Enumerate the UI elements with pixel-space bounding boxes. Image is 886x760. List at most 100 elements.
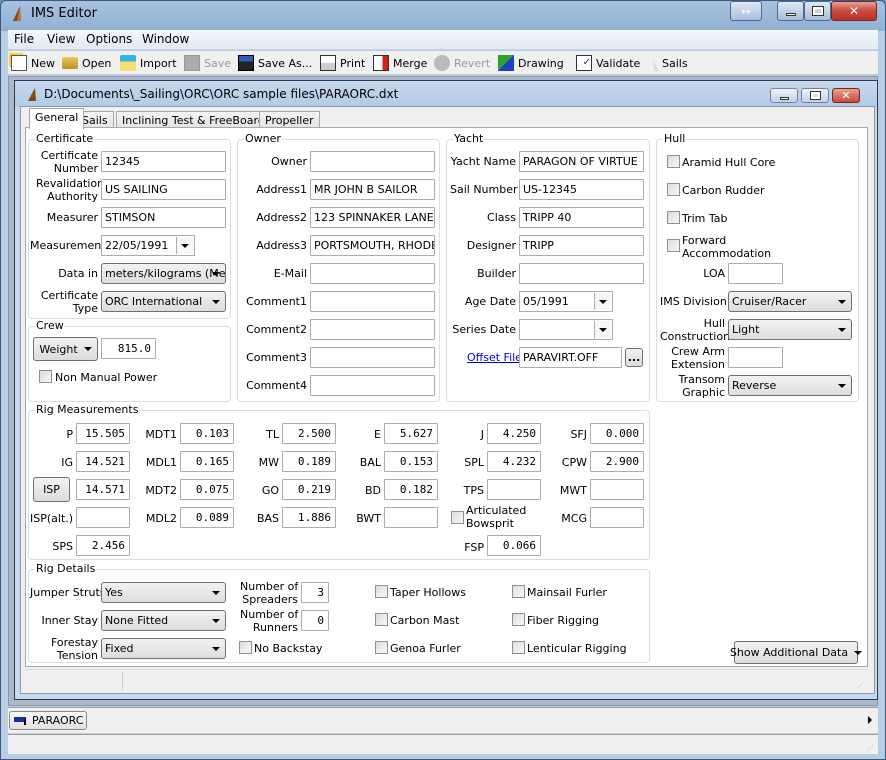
no-backstay-checkbox[interactable] [239,641,252,654]
owner-field[interactable] [310,151,435,172]
open-button[interactable]: Open [62,54,111,72]
bal-field[interactable]: 0.153 [384,451,438,472]
new-button[interactable]: New [11,54,55,72]
doc-minimize-button[interactable] [770,88,798,103]
menu-options[interactable]: Options [86,32,132,46]
offset-file-link[interactable]: Offset File [467,351,522,364]
runners-field[interactable]: 0 [301,610,329,631]
bas-field[interactable]: 1.886 [282,507,336,528]
isp-alt-field[interactable] [76,507,130,528]
tps-field[interactable] [487,479,541,500]
forestay-tension-select[interactable]: Fixed [101,638,226,659]
spl-field[interactable]: 4.232 [487,451,541,472]
address1-field[interactable]: MR JOHN B SAILOR [310,179,435,200]
minimize-button[interactable] [777,1,804,21]
mdt1-field[interactable]: 0.103 [180,423,234,444]
show-additional-data-button[interactable]: Show Additional Data [730,641,863,664]
spreaders-field[interactable]: 3 [301,582,329,603]
j-field[interactable]: 4.250 [487,423,541,444]
transom-graphic-select[interactable]: Reverse [728,375,852,396]
crew-arm-field[interactable] [728,347,783,368]
tab-general[interactable]: General [29,108,85,129]
articulated-bowsprit-checkbox[interactable] [451,511,464,524]
crew-weight-field[interactable]: 815.0 [101,338,156,359]
non-manual-power-checkbox[interactable] [39,370,52,383]
taper-hollows-checkbox[interactable] [375,585,388,598]
tl-field[interactable]: 2.500 [282,423,336,444]
weight-dropdown-button[interactable]: Weight [33,337,98,361]
ims-division-select[interactable]: Cruiser/Racer [728,291,852,312]
carbon-mast-checkbox[interactable] [375,613,388,626]
e-field[interactable]: 5.627 [384,423,438,444]
aramid-hull-core-checkbox[interactable] [667,155,680,168]
designer-field[interactable]: TRIPP [519,235,644,256]
lenticular-rigging-checkbox[interactable] [512,641,525,654]
yacht-name-field[interactable]: PARAGON OF VIRTUE [519,151,644,172]
print-button[interactable]: Print [320,54,365,72]
comment2-field[interactable] [310,319,435,340]
go-field[interactable]: 0.219 [282,479,336,500]
mainsail-furler-checkbox[interactable] [512,585,525,598]
menu-window[interactable]: Window [142,32,189,46]
cpw-field[interactable]: 2.900 [590,451,644,472]
validate-button[interactable]: ✓ Validate [576,54,640,72]
sails-button[interactable]: Sails [650,54,688,72]
chevron-down-icon[interactable] [176,237,193,254]
builder-field[interactable] [519,263,644,284]
menu-view[interactable]: View [47,32,75,46]
isp-field[interactable]: 14.571 [76,479,130,500]
merge-button[interactable]: Merge [373,54,427,72]
mdt2-field[interactable]: 0.075 [180,479,234,500]
save-button[interactable]: Save [184,54,231,72]
resize-grip-icon[interactable]: ⋰ [857,681,864,689]
resize-arrows-button[interactable]: ↔ [730,1,762,21]
mcg-field[interactable] [590,507,644,528]
maximize-button[interactable] [804,1,831,21]
e-mail-field[interactable] [310,263,435,284]
import-button[interactable]: Import [120,54,177,72]
age-date-picker[interactable]: 05/1991 [519,291,613,312]
chevron-down-icon[interactable] [594,321,611,338]
revert-button[interactable]: Revert [434,54,490,72]
mdl1-field[interactable]: 0.165 [180,451,234,472]
revalidation-field[interactable]: US SAILING [101,179,226,200]
mdl2-field[interactable]: 0.089 [180,507,234,528]
ig-field[interactable]: 14.521 [76,451,130,472]
mwt-field[interactable] [590,479,644,500]
doc-maximize-button[interactable] [801,88,829,103]
measurer-field[interactable]: STIMSON [101,207,226,228]
trim-tab-checkbox[interactable] [667,211,680,224]
fiber-rigging-checkbox[interactable] [512,613,525,626]
scroll-right-icon[interactable] [868,716,872,724]
resize-grip-icon[interactable]: ⋰ [867,744,874,752]
sfj-field[interactable]: 0.000 [590,423,644,444]
comment1-field[interactable] [310,291,435,312]
data-in-select[interactable]: meters/kilograms (Me [101,263,226,284]
menu-file[interactable]: File [14,32,34,46]
loa-field[interactable] [728,263,783,284]
isp-button[interactable]: ISP [33,477,70,502]
class-field[interactable]: TRIPP 40 [519,207,644,228]
taskbar-paraorc-button[interactable]: PARAORC [9,711,87,730]
chevron-down-icon[interactable] [594,293,611,310]
comment4-field[interactable] [310,375,435,396]
sail-number-field[interactable]: US-12345 [519,179,644,200]
cert-number-field[interactable]: 12345 [101,151,226,172]
bd-field[interactable]: 0.182 [384,479,438,500]
address3-field[interactable]: PORTSMOUTH, RHODE IS [310,235,435,256]
browse-offset-button[interactable]: ... [625,348,643,367]
drawing-button[interactable]: Drawing [498,54,564,72]
title-bar[interactable]: IMS Editor ↔ ✕ [0,0,886,29]
hull-construction-select[interactable]: Light [728,319,852,340]
p-field[interactable]: 15.505 [76,423,130,444]
mw-field[interactable]: 0.189 [282,451,336,472]
offset-file-field[interactable]: PARAVIRT.OFF [519,347,622,368]
save-as-button[interactable]: Save As... [238,54,312,72]
bwt-field[interactable] [384,507,438,528]
genoa-furler-checkbox[interactable] [375,641,388,654]
close-button[interactable]: ✕ [831,1,877,21]
cert-type-select[interactable]: ORC International [101,291,226,312]
comment3-field[interactable] [310,347,435,368]
forward-accommodation-checkbox[interactable] [667,239,680,252]
carbon-rudder-checkbox[interactable] [667,183,680,196]
